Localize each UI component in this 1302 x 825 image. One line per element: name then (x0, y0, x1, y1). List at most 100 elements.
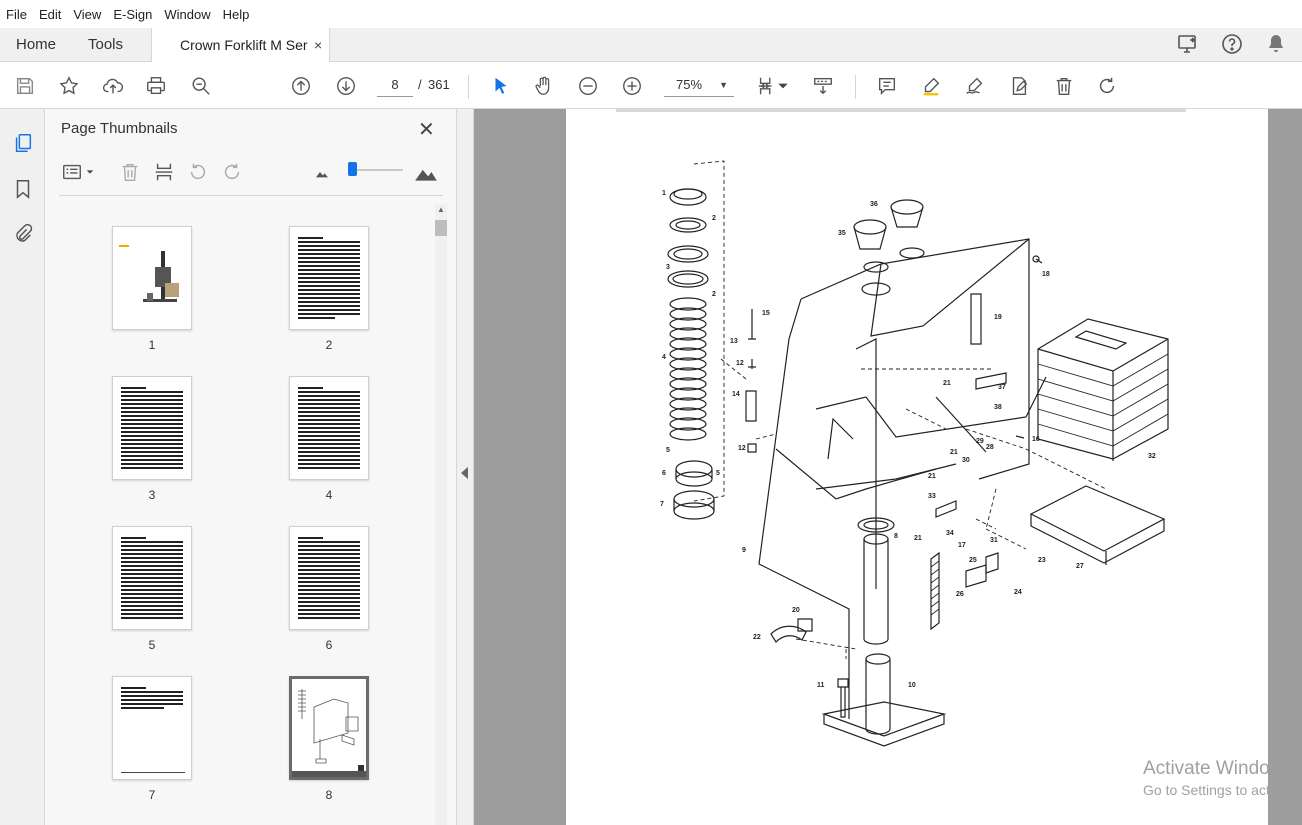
callout-label: 27 (1076, 563, 1084, 570)
thumbnail-page-8[interactable] (289, 676, 369, 780)
notifications-bell-icon[interactable] (1264, 32, 1288, 56)
fit-options-chevron-icon[interactable] (776, 73, 790, 99)
attachments-paperclip-icon[interactable] (11, 222, 35, 246)
callout-label: 29 (976, 438, 984, 445)
menu-file[interactable]: File (6, 7, 27, 22)
edit-document-icon[interactable] (1006, 73, 1032, 99)
zoom-in-icon[interactable] (619, 73, 645, 99)
close-tab-button[interactable]: × (314, 37, 322, 53)
thumbnail-page-4[interactable] (289, 376, 369, 480)
menu-window[interactable]: Window (164, 7, 210, 22)
delete-trash-icon[interactable] (1051, 73, 1077, 99)
find-zoom-icon[interactable] (188, 73, 214, 99)
zoom-level-select[interactable]: 75% ▼ (664, 73, 734, 97)
callout-label: 38 (994, 404, 1002, 411)
callout-label: 8 (894, 533, 898, 540)
thumbnail-page-5[interactable] (112, 526, 192, 630)
thumbnail-label: 4 (325, 488, 333, 502)
document-view[interactable]: 1 2 3 2 4 5 6 5 7 9 35 36 15 13 12 14 12… (474, 109, 1302, 825)
thumbnail-page-2[interactable] (289, 226, 369, 330)
upload-cloud-icon[interactable] (100, 73, 126, 99)
menu-help[interactable]: Help (223, 7, 250, 22)
callout-label: 1 (662, 190, 666, 197)
callout-label: 21 (914, 535, 922, 542)
select-cursor-icon[interactable] (488, 73, 514, 99)
callout-label: 19 (994, 314, 1002, 321)
next-page-icon[interactable] (333, 73, 359, 99)
bookmarks-icon[interactable] (11, 177, 35, 201)
callout-label: 5 (666, 447, 670, 454)
callout-label: 20 (792, 607, 800, 614)
page-separator: / (418, 77, 422, 92)
scroll-up-arrow-icon[interactable]: ▲ (437, 205, 445, 214)
scroll-mode-icon[interactable] (810, 73, 836, 99)
comment-icon[interactable] (874, 73, 900, 99)
callout-label: 3 (666, 264, 670, 271)
chevron-down-icon: ▼ (719, 80, 728, 90)
menu-esign[interactable]: E-Sign (113, 7, 152, 22)
tab-home[interactable]: Home (16, 28, 56, 61)
share-screen-icon[interactable] (1176, 32, 1200, 56)
rotate-counterclockwise-icon[interactable] (185, 159, 211, 185)
rotate-clockwise-icon[interactable] (219, 159, 245, 185)
menu-view[interactable]: View (73, 7, 101, 22)
thumbnail-options-chevron-icon[interactable] (83, 159, 97, 185)
close-panel-button[interactable]: ✕ (418, 117, 435, 142)
menu-edit[interactable]: Edit (39, 7, 61, 22)
thumbnail-toolbar (59, 157, 443, 189)
draw-sign-icon[interactable] (962, 73, 988, 99)
redo-rotate-icon[interactable] (1094, 73, 1120, 99)
thumbnail-scrollbar-thumb[interactable] (435, 220, 447, 236)
delete-pages-icon[interactable] (117, 159, 143, 185)
thumbnail-label: 3 (148, 488, 156, 502)
callout-label: 14 (732, 391, 740, 398)
previous-page-icon[interactable] (288, 73, 314, 99)
smaller-thumbnails-icon[interactable] (309, 159, 335, 185)
highlight-pen-icon[interactable] (918, 73, 944, 99)
callout-label: 23 (1038, 557, 1046, 564)
callout-label: 4 (662, 354, 666, 361)
activate-windows-watermark: Activate Windows Go to Settings to activ… (1143, 758, 1299, 798)
thumbnail-page-6[interactable] (289, 526, 369, 630)
callout-label: 7 (660, 501, 664, 508)
zoom-out-icon[interactable] (575, 73, 601, 99)
thumbnail-size-slider-handle[interactable] (348, 162, 357, 176)
thumbnail-options-icon[interactable] (59, 159, 85, 185)
callout-label: 12 (738, 445, 746, 452)
bookmark-star-icon[interactable] (56, 73, 82, 99)
document-tab-title: Crown Forklift M Series Parts Manual (180, 37, 308, 53)
callout-label: 18 (1042, 271, 1050, 278)
larger-thumbnails-icon[interactable] (413, 159, 439, 185)
thumbnail-label: 6 (325, 638, 333, 652)
save-icon[interactable] (12, 73, 38, 99)
panel-splitter[interactable] (457, 109, 474, 825)
print-icon[interactable] (143, 73, 169, 99)
callout-label: 33 (928, 493, 936, 500)
help-icon[interactable] (1220, 32, 1244, 56)
callout-label: 35 (838, 230, 846, 237)
thumbnail-scrollbar[interactable] (435, 204, 447, 825)
page-thumbnails-icon[interactable] (11, 131, 35, 155)
callout-label: 16 (1032, 436, 1040, 443)
callout-label: 26 (956, 591, 964, 598)
callout-label: 30 (962, 457, 970, 464)
callout-label: 15 (762, 310, 770, 317)
exploded-parts-drawing: 1 2 3 2 4 5 6 5 7 9 35 36 15 13 12 14 12… (660, 160, 1169, 747)
hand-tool-icon[interactable] (531, 73, 557, 99)
thumbnail-label: 5 (148, 638, 156, 652)
thumbnail-list: 1 2 3 4 5 6 7 8 (45, 204, 435, 825)
page-number-input[interactable]: 8 (377, 73, 413, 97)
tab-tools[interactable]: Tools (88, 28, 123, 61)
toolbar-divider (468, 75, 469, 99)
thumbnail-page-7[interactable] (112, 676, 192, 780)
thumbnail-page-3[interactable] (112, 376, 192, 480)
pdf-page: 1 2 3 2 4 5 6 5 7 9 35 36 15 13 12 14 12… (566, 109, 1268, 825)
panel-title: Page Thumbnails (61, 120, 178, 137)
thumbnail-size-slider-track[interactable] (349, 169, 403, 171)
insert-pages-icon[interactable] (151, 159, 177, 185)
thumbnail-page-1[interactable] (112, 226, 192, 330)
tab-bar: Home Tools Crown Forklift M Series Parts… (0, 28, 1302, 62)
callout-label: 22 (753, 634, 761, 641)
tab-document[interactable]: Crown Forklift M Series Parts Manual × (151, 28, 330, 62)
collapse-panel-arrow-icon[interactable] (461, 467, 468, 479)
